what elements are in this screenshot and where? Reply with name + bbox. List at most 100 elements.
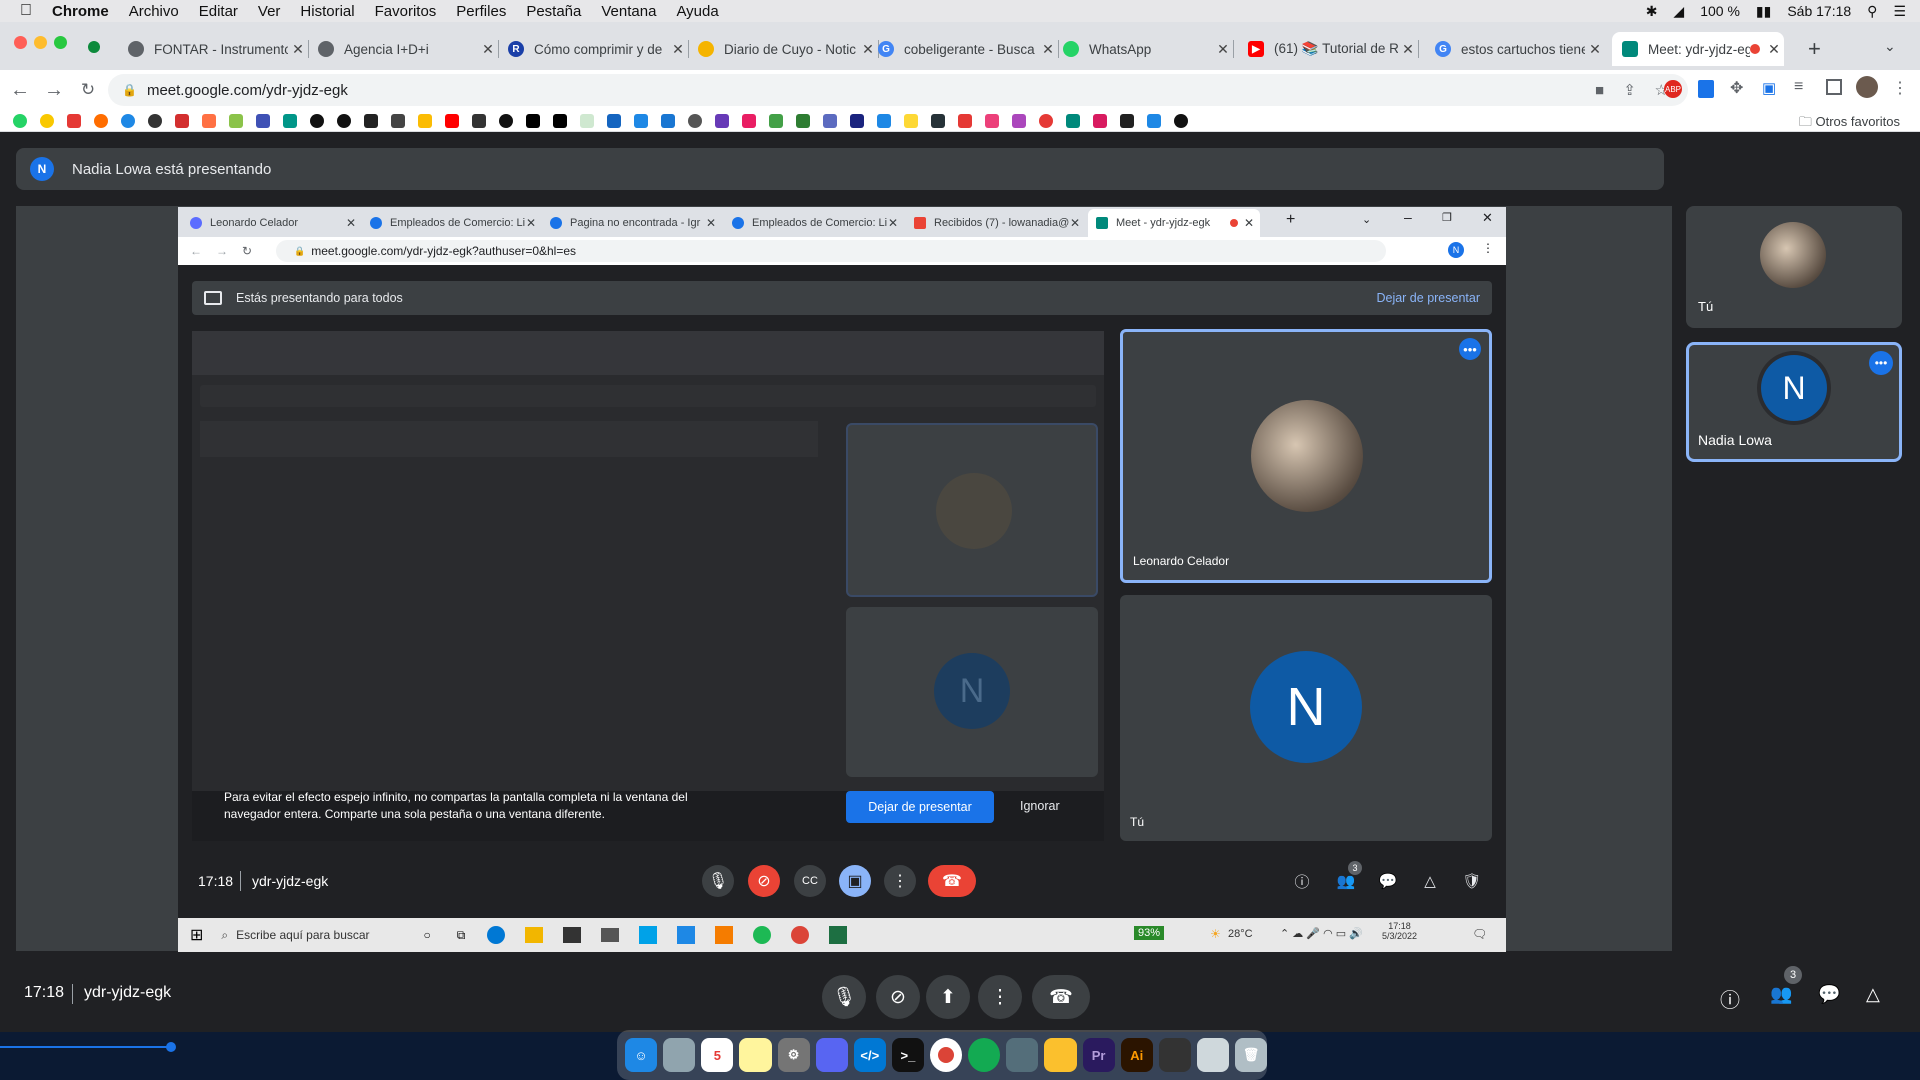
- browser-tab[interactable]: Agencia I+D+i ✕: [308, 32, 499, 66]
- close-tab-icon[interactable]: ✕: [1764, 41, 1784, 58]
- inner-leave-call-button[interactable]: ☎: [928, 865, 976, 897]
- inner-more-options-button[interactable]: ⋮: [884, 865, 916, 897]
- wifi-icon[interactable]: ◢: [1673, 3, 1684, 20]
- window-thumb-2-icon[interactable]: [1196, 1038, 1229, 1072]
- illustrator-icon[interactable]: Ai: [1120, 1038, 1153, 1072]
- puzzle-icon[interactable]: ✥: [1730, 78, 1743, 98]
- side-tile-nadia[interactable]: N ••• Nadia Lowa: [1686, 342, 1902, 462]
- back-icon[interactable]: ←: [6, 79, 34, 102]
- menu-ventana[interactable]: Ventana: [601, 3, 656, 20]
- bookmark-scala-icon[interactable]: [1093, 113, 1107, 128]
- bookmark-fox-icon[interactable]: [202, 113, 216, 128]
- bookmark-b-icon[interactable]: [526, 113, 540, 128]
- inner-chat-icon[interactable]: 💬: [1376, 869, 1400, 893]
- bookmark-infinity-icon[interactable]: [256, 113, 270, 128]
- inner-camera-off-button[interactable]: ⊘: [748, 865, 780, 897]
- bookmark-doc-icon[interactable]: [580, 113, 594, 128]
- ignore-button[interactable]: Ignorar: [1020, 799, 1060, 813]
- close-window-icon[interactable]: [14, 36, 27, 49]
- tile-more-icon[interactable]: •••: [1459, 338, 1481, 360]
- tab-search-icon[interactable]: ⌄: [1884, 38, 1896, 55]
- menu-ayuda[interactable]: Ayuda: [676, 3, 718, 20]
- browser-tab[interactable]: R Cómo comprimir y de ✕: [498, 32, 689, 66]
- side-tile-more-icon[interactable]: •••: [1869, 351, 1893, 375]
- bookmark-box-icon[interactable]: [283, 113, 297, 128]
- menu-archivo[interactable]: Archivo: [129, 3, 179, 20]
- extension-icon[interactable]: [1698, 80, 1714, 98]
- menu-historial[interactable]: Historial: [300, 3, 354, 20]
- bookmark-github-icon[interactable]: [499, 113, 513, 128]
- present-button[interactable]: ⬆: [926, 975, 970, 1019]
- info-icon[interactable]: ⓘ: [1720, 984, 1740, 1013]
- menu-app-name[interactable]: Chrome: [52, 3, 109, 20]
- menu-perfiles[interactable]: Perfiles: [456, 3, 506, 20]
- browser-tab[interactable]: G cobeligerante - Busca ✕: [868, 32, 1059, 66]
- forward-icon[interactable]: →: [40, 79, 68, 102]
- bookmark-grid-icon[interactable]: [391, 113, 405, 128]
- camera-icon[interactable]: ■: [1595, 82, 1604, 99]
- notes-icon[interactable]: [739, 1038, 772, 1072]
- bookmark-hex-icon[interactable]: [985, 113, 999, 128]
- browser-tab[interactable]: G estos cartuchos tiene ✕: [1425, 32, 1605, 66]
- bookmark-diamond-icon[interactable]: [229, 113, 243, 128]
- apple-icon[interactable]: : [20, 2, 32, 20]
- profile-avatar[interactable]: [1856, 76, 1878, 98]
- bookmark-orange-icon[interactable]: [94, 113, 108, 128]
- leave-call-button[interactable]: ☎: [1032, 975, 1090, 1019]
- bookmark-a2-icon[interactable]: [877, 113, 891, 128]
- bookmark-ruby-icon[interactable]: [958, 113, 972, 128]
- inner-info-icon[interactable]: ⓘ: [1290, 869, 1314, 893]
- bookmark-cap-icon[interactable]: [607, 113, 621, 128]
- close-tab-icon[interactable]: ✕: [1585, 41, 1605, 58]
- premiere-icon[interactable]: Pr: [1082, 1038, 1115, 1072]
- bookmark-face-icon[interactable]: [148, 113, 162, 128]
- inner-captions-button[interactable]: CC: [794, 865, 826, 897]
- mic-button[interactable]: 🎙: [822, 975, 866, 1019]
- battery-label[interactable]: 100 %: [1700, 3, 1740, 19]
- terminal-icon[interactable]: >_: [891, 1038, 924, 1072]
- preview-icon[interactable]: [663, 1038, 696, 1072]
- menu-clock[interactable]: Sáb 17:18: [1787, 3, 1851, 19]
- tile-leonardo[interactable]: ••• Leonardo Celador: [1120, 329, 1492, 583]
- close-tab-icon[interactable]: ✕: [288, 41, 308, 58]
- bookmark-h-icon[interactable]: [823, 113, 837, 128]
- trash-icon[interactable]: 🗑: [1235, 1038, 1268, 1072]
- bookmark-github-icon[interactable]: [310, 113, 324, 128]
- bookmark-blue-icon[interactable]: [121, 113, 135, 128]
- people-icon[interactable]: 👥: [1770, 984, 1792, 1005]
- bookmark-dark-icon[interactable]: [931, 113, 945, 128]
- inner-stop-presenting-link[interactable]: Dejar de presentar: [1376, 291, 1480, 305]
- bluetooth-icon[interactable]: ✱: [1646, 3, 1658, 20]
- bookmark-debian-icon[interactable]: [1039, 113, 1053, 128]
- finder-icon[interactable]: ☺: [625, 1038, 658, 1072]
- discord-icon[interactable]: [815, 1038, 848, 1072]
- vscode-icon[interactable]: </>: [853, 1038, 886, 1072]
- menu-favoritos[interactable]: Favoritos: [375, 3, 437, 20]
- menu-pestana[interactable]: Pestaña: [526, 3, 581, 20]
- spotlight-icon[interactable]: ⚲: [1867, 3, 1877, 20]
- new-tab-icon[interactable]: +: [1808, 36, 1821, 62]
- inner-activities-icon[interactable]: △: [1418, 869, 1442, 893]
- cast-icon[interactable]: ▣: [1762, 79, 1776, 97]
- bookmark-shield-icon[interactable]: [661, 113, 675, 128]
- bookmark-leaf-icon[interactable]: [769, 113, 783, 128]
- bookmark-s-icon[interactable]: [850, 113, 864, 128]
- stop-presenting-button[interactable]: Dejar de presentar: [846, 791, 994, 823]
- window-thumb-icon[interactable]: [1158, 1038, 1191, 1072]
- bookmark-github-icon[interactable]: [1174, 113, 1188, 128]
- maximize-window-icon[interactable]: [54, 36, 67, 49]
- bookmark-purple-icon[interactable]: [715, 113, 729, 128]
- bookmark-github-icon[interactable]: [337, 113, 351, 128]
- close-tab-icon[interactable]: ✕: [1213, 41, 1233, 58]
- bookmark-whatsapp-icon[interactable]: [13, 113, 27, 128]
- side-tile-you[interactable]: Tú: [1686, 206, 1902, 328]
- more-options-button[interactable]: ⋮: [978, 975, 1022, 1019]
- chat-icon[interactable]: 💬: [1818, 984, 1840, 1005]
- camera-off-button[interactable]: ⊘: [876, 975, 920, 1019]
- browser-tab-active[interactable]: Meet: ydr-yjdz-eg ✕: [1612, 32, 1784, 66]
- reading-list-icon[interactable]: ≡: [1794, 78, 1803, 96]
- calendar-icon[interactable]: 5: [701, 1038, 734, 1072]
- bookmark-python-icon[interactable]: [904, 113, 918, 128]
- bookmark-teal-icon[interactable]: [1066, 113, 1080, 128]
- bookmark-k-icon[interactable]: [1147, 113, 1161, 128]
